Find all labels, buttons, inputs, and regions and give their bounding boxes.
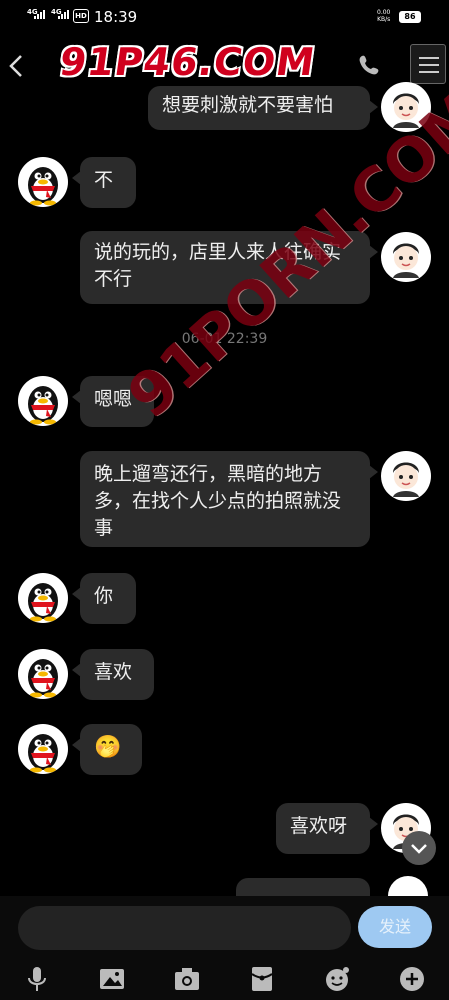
message-input[interactable]	[18, 906, 351, 950]
red-packet-icon[interactable]	[247, 964, 277, 994]
image-icon[interactable]	[97, 964, 127, 994]
phone-icon[interactable]	[356, 52, 382, 78]
network-speed: 0.00 KB/s	[377, 9, 390, 23]
back-icon[interactable]	[6, 52, 26, 80]
composer-toolbar	[0, 958, 449, 1000]
status-time: 18:39	[94, 8, 138, 26]
status-bar: 4G 4G HD 18:39 0.00 KB/s 86	[0, 0, 449, 34]
giggle-emoji-icon: 🤭	[94, 735, 122, 760]
emoji-icon[interactable]	[322, 964, 352, 994]
boy-avatar-icon	[393, 243, 419, 278]
signal-icon	[34, 10, 45, 19]
message-bubble-outgoing-partial	[236, 878, 370, 898]
penguin-avatar-icon	[28, 734, 58, 773]
avatar-friend[interactable]	[18, 376, 68, 426]
message-bubble-outgoing[interactable]: 喜欢呀	[276, 803, 378, 854]
penguin-avatar-icon	[28, 659, 58, 698]
penguin-avatar-icon	[28, 386, 58, 425]
watermark-top: 91P46.COM	[56, 40, 319, 84]
camera-icon[interactable]	[172, 964, 202, 994]
penguin-avatar-icon	[28, 167, 58, 206]
chevron-down-icon	[411, 844, 427, 854]
avatar-self[interactable]	[381, 451, 431, 501]
message-bubble-incoming[interactable]: 🤭	[72, 724, 142, 775]
avatar-self-partial	[388, 876, 428, 898]
speed-unit: KB/s	[377, 16, 391, 23]
avatar-self[interactable]	[381, 232, 431, 282]
penguin-avatar-icon	[28, 583, 58, 622]
plus-icon[interactable]	[397, 964, 427, 994]
battery-icon: 86	[399, 11, 421, 23]
boy-avatar-icon	[393, 462, 419, 497]
message-bubble-incoming[interactable]: 喜欢	[72, 649, 154, 700]
signal-icon	[58, 10, 69, 19]
speed-value: 0.00	[377, 9, 391, 16]
menu-button[interactable]	[410, 44, 446, 84]
message-bubble-incoming[interactable]: 不	[72, 157, 136, 208]
avatar-friend[interactable]	[18, 157, 68, 207]
scroll-to-bottom-button[interactable]	[402, 831, 436, 865]
message-bubble-incoming[interactable]: 你	[72, 573, 136, 624]
avatar-friend[interactable]	[18, 573, 68, 623]
hd-badge: HD	[73, 9, 89, 23]
message-bubble-outgoing[interactable]: 晚上遛弯还行，黑暗的地方多，在找个人少点的拍照就没事	[80, 451, 378, 547]
message-bubble-outgoing[interactable]: 想要刺激就不要害怕	[148, 86, 378, 130]
avatar-friend[interactable]	[18, 724, 68, 774]
send-button[interactable]: 发送	[358, 906, 432, 948]
avatar-friend[interactable]	[18, 649, 68, 699]
voice-icon[interactable]	[22, 964, 52, 994]
